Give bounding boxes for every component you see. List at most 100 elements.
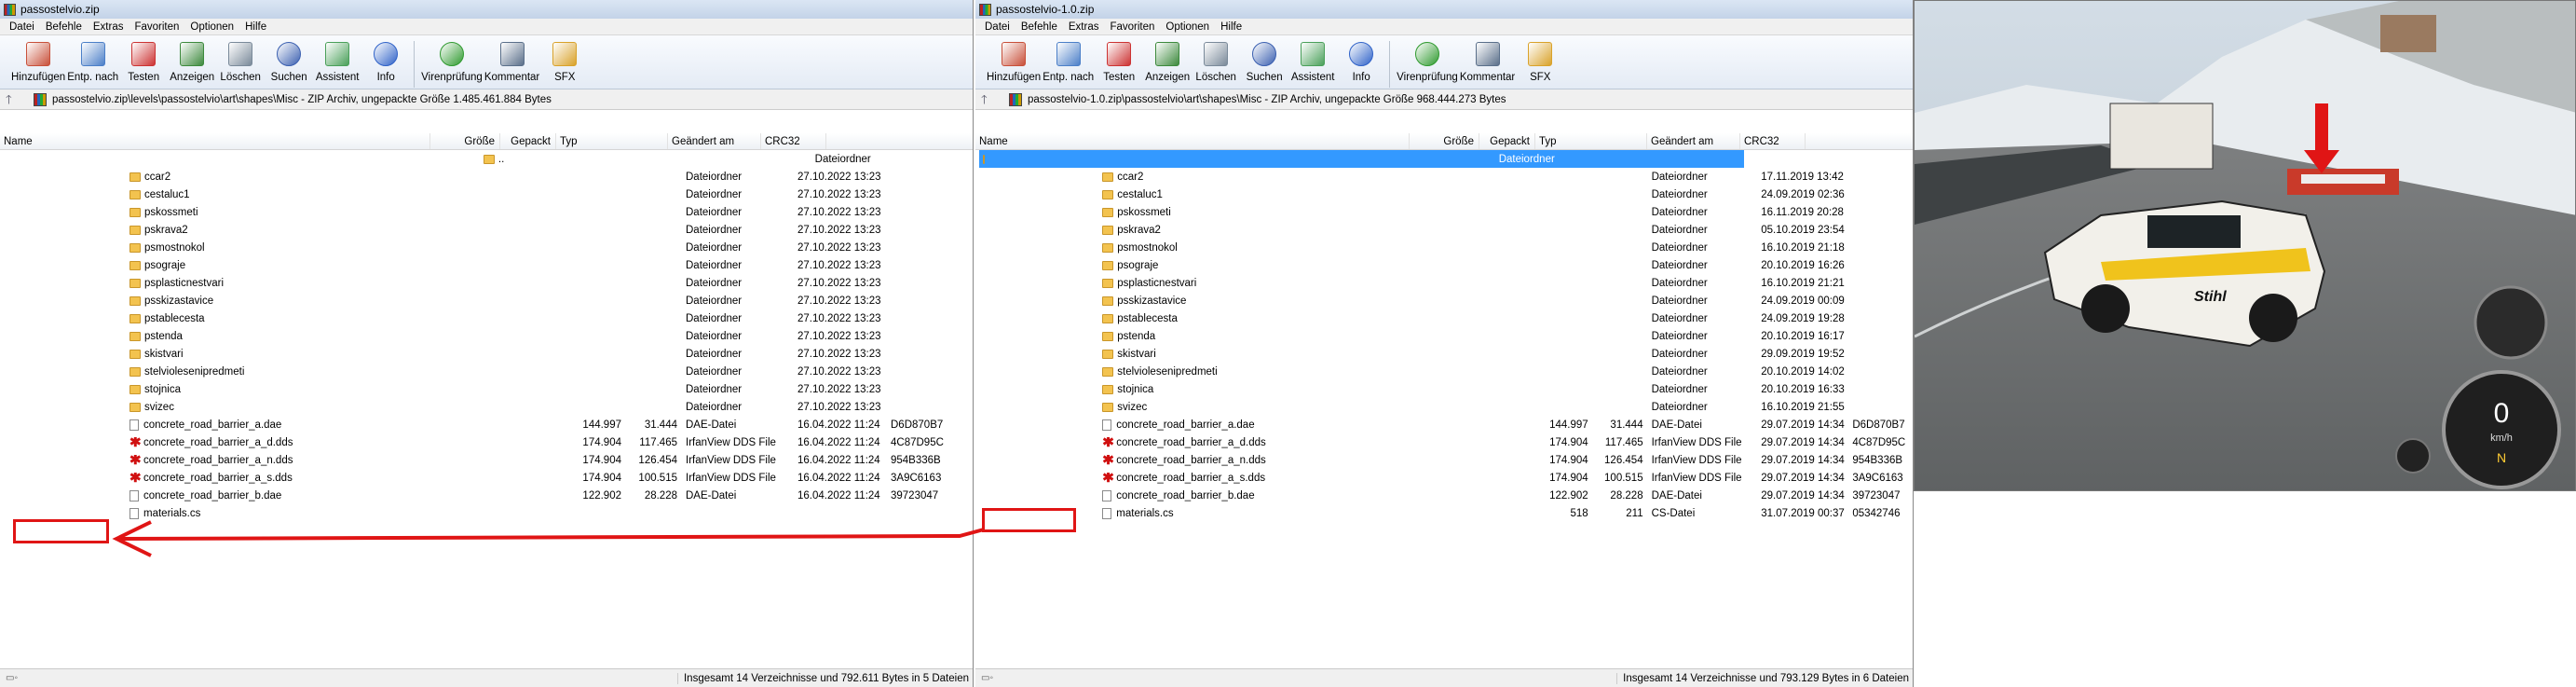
menu-optionen[interactable]: Optionen [184,21,239,33]
menu-datei[interactable]: Datei [979,21,1015,33]
toolbar-button-extract-to[interactable]: Entp. nach [67,39,118,83]
menu-hilfe[interactable]: Hilfe [1215,21,1247,33]
menu-hilfe[interactable]: Hilfe [239,21,272,33]
archive-path[interactable]: passostelvio.zip\levels\passostelvio\art… [52,94,552,105]
folder-row[interactable]: pskrava2 Dateiordner 27.10.2022 13:23 [0,221,973,239]
file-list[interactable]: Name Größe Gepackt Typ Geändert am CRC32 .. Da… [0,133,973,668]
column-header-type[interactable]: Typ [556,133,668,149]
file-row[interactable]: concrete_road_barrier_b.dae 122.902 28.228… [0,487,973,504]
toolbar-button-view[interactable]: Anzeigen [1144,39,1191,83]
column-header-size[interactable]: Größe [430,133,500,149]
folder-row[interactable]: pskossmeti Dateiordner 16.11.2019 20:28 [975,203,1913,221]
menu-optionen[interactable]: Optionen [1160,21,1215,33]
toolbar-button-comment[interactable]: Kommentar [1460,39,1515,83]
toolbar-button-view[interactable]: Anzeigen [169,39,215,83]
folder-row[interactable]: psskizastavice Dateiordner 27.10.2022 13:2… [0,292,973,309]
folder-row[interactable]: psplasticnestvari Dateiordner 16.10.2019 2… [975,274,1913,292]
row-modified: 16.10.2019 21:18 [1761,241,1845,254]
file-row[interactable]: ✱ concrete_road_barrier_a_n.dds 174.904 126… [975,451,1913,469]
toolbar-button-virus-scan[interactable]: Virenprüfung [1397,39,1458,83]
toolbar-button-delete[interactable]: Löschen [217,39,264,83]
title-bar[interactable]: passostelvio-1.0.zip [975,0,1913,19]
toolbar-button-wizard[interactable]: Assistent [1289,39,1336,83]
toolbar-button-wizard[interactable]: Assistent [314,39,361,83]
folder-icon [1102,189,1114,199]
toolbar-button-add-archive[interactable]: Hinzufügen [987,39,1041,83]
column-header-crc32[interactable]: CRC32 [1740,133,1806,149]
file-row[interactable]: concrete_road_barrier_b.dae 122.902 28.228… [975,487,1913,504]
folder-row[interactable]: pstablecesta Dateiordner 27.10.2022 13:23 [0,309,973,327]
toolbar-button-test[interactable]: Testen [120,39,167,83]
menu-datei[interactable]: Datei [4,21,40,33]
folder-row[interactable]: svizec Dateiordner 27.10.2022 13:23 [0,398,973,416]
file-row[interactable]: ✱ concrete_road_barrier_a_d.dds 174.904 117… [975,433,1913,451]
column-header-name[interactable]: Name [975,133,1410,149]
column-header-modified[interactable]: Geändert am [668,133,761,149]
toolbar-button-virus-scan[interactable]: Virenprüfung [421,39,483,83]
toolbar-button-find[interactable]: Suchen [266,39,312,83]
folder-row[interactable]: skistvari Dateiordner 29.09.2019 19:52 [975,345,1913,363]
up-arrow-icon[interactable]: 🡑 [981,91,1000,108]
column-header-modified[interactable]: Geändert am [1647,133,1740,149]
column-header-packed[interactable]: Gepackt [500,133,556,149]
column-header-crc32[interactable]: CRC32 [761,133,826,149]
toolbar-button-test[interactable]: Testen [1096,39,1142,83]
toolbar-button-sfx[interactable]: SFX [1517,39,1563,83]
file-row[interactable]: ✱ concrete_road_barrier_a_s.dds 174.904 100… [975,469,1913,487]
toolbar-button-extract-to[interactable]: Entp. nach [1043,39,1094,83]
folder-row[interactable]: stojnica Dateiordner 27.10.2022 13:23 [0,380,973,398]
up-arrow-icon[interactable]: 🡑 [6,91,24,108]
toolbar-button-comment[interactable]: Kommentar [484,39,539,83]
folder-row[interactable]: psmostnokol Dateiordner 16.10.2019 21:18 [975,239,1913,256]
folder-row[interactable]: pstenda Dateiordner 20.10.2019 16:17 [975,327,1913,345]
folder-row[interactable]: stelviolesenipredmeti Dateiordner 27.10.20… [0,363,973,380]
folder-row[interactable]: psplasticnestvari Dateiordner 27.10.2022 1… [0,274,973,292]
menu-favoriten[interactable]: Favoriten [129,21,184,33]
folder-row[interactable]: psograje Dateiordner 20.10.2019 16:26 [975,256,1913,274]
column-header-type[interactable]: Typ [1535,133,1647,149]
file-row[interactable]: ✱ concrete_road_barrier_a_s.dds 174.904 100… [0,469,973,487]
folder-row[interactable]: cestaluc1 Dateiordner 24.09.2019 02:36 [975,185,1913,203]
folder-row[interactable]: psmostnokol Dateiordner 27.10.2022 13:23 [0,239,973,256]
folder-row[interactable]: stelviolesenipredmeti Dateiordner 20.10.20… [975,363,1913,380]
folder-row[interactable]: psskizastavice Dateiordner 24.09.2019 00:0… [975,292,1913,309]
folder-row[interactable]: ccar2 Dateiordner 27.10.2022 13:23 [0,168,973,185]
file-row[interactable]: concrete_road_barrier_a.dae 144.997 31.444… [975,416,1913,433]
file-row[interactable]: materials.cs 518 211 CS-Datei 31.07.2019 00:… [975,504,1913,522]
archive-path[interactable]: passostelvio-1.0.zip\passostelvio\art\sh… [1028,94,1506,105]
menu-favoriten[interactable]: Favoriten [1104,21,1160,33]
folder-row[interactable]: cestaluc1 Dateiordner 27.10.2022 13:23 [0,185,973,203]
folder-row[interactable]: .. Dateiordner [0,150,973,168]
toolbar-button-info[interactable]: Info [362,39,409,83]
folder-row[interactable]: pstablecesta Dateiordner 24.09.2019 19:28 [975,309,1913,327]
title-bar[interactable]: passostelvio.zip [0,0,973,19]
menu-befehle[interactable]: Befehle [1015,21,1063,33]
toolbar-button-info[interactable]: Info [1338,39,1384,83]
row-type: Dateiordner [1651,277,1708,289]
file-list[interactable]: Name Größe Gepackt Typ Geändert am CRC32 Date… [975,133,1913,668]
row-size: 518 [1570,507,1588,519]
folder-row[interactable]: pskossmeti Dateiordner 27.10.2022 13:23 [0,203,973,221]
menu-befehle[interactable]: Befehle [40,21,88,33]
column-header-name[interactable]: Name [0,133,430,149]
folder-row[interactable]: Dateiordner [979,150,1744,168]
folder-row[interactable]: pstenda Dateiordner 27.10.2022 13:23 [0,327,973,345]
menu-extras[interactable]: Extras [88,21,129,33]
folder-row[interactable]: stojnica Dateiordner 20.10.2019 16:33 [975,380,1913,398]
file-row[interactable]: concrete_road_barrier_a.dae 144.997 31.444… [0,416,973,433]
toolbar-button-delete[interactable]: Löschen [1193,39,1239,83]
toolbar-button-add-archive[interactable]: Hinzufügen [11,39,65,83]
file-row[interactable]: ✱ concrete_road_barrier_a_d.dds 174.904 117… [0,433,973,451]
file-row[interactable]: ✱ concrete_road_barrier_a_n.dds 174.904 126… [0,451,973,469]
file-row[interactable]: materials.cs [0,504,973,522]
folder-row[interactable]: psograje Dateiordner 27.10.2022 13:23 [0,256,973,274]
toolbar-button-find[interactable]: Suchen [1241,39,1288,83]
folder-row[interactable]: svizec Dateiordner 16.10.2019 21:55 [975,398,1913,416]
column-header-size[interactable]: Größe [1410,133,1479,149]
menu-extras[interactable]: Extras [1063,21,1105,33]
column-header-packed[interactable]: Gepackt [1479,133,1535,149]
folder-row[interactable]: ccar2 Dateiordner 17.11.2019 13:42 [975,168,1913,185]
folder-row[interactable]: skistvari Dateiordner 27.10.2022 13:23 [0,345,973,363]
folder-row[interactable]: pskrava2 Dateiordner 05.10.2019 23:54 [975,221,1913,239]
toolbar-button-sfx[interactable]: SFX [541,39,588,83]
